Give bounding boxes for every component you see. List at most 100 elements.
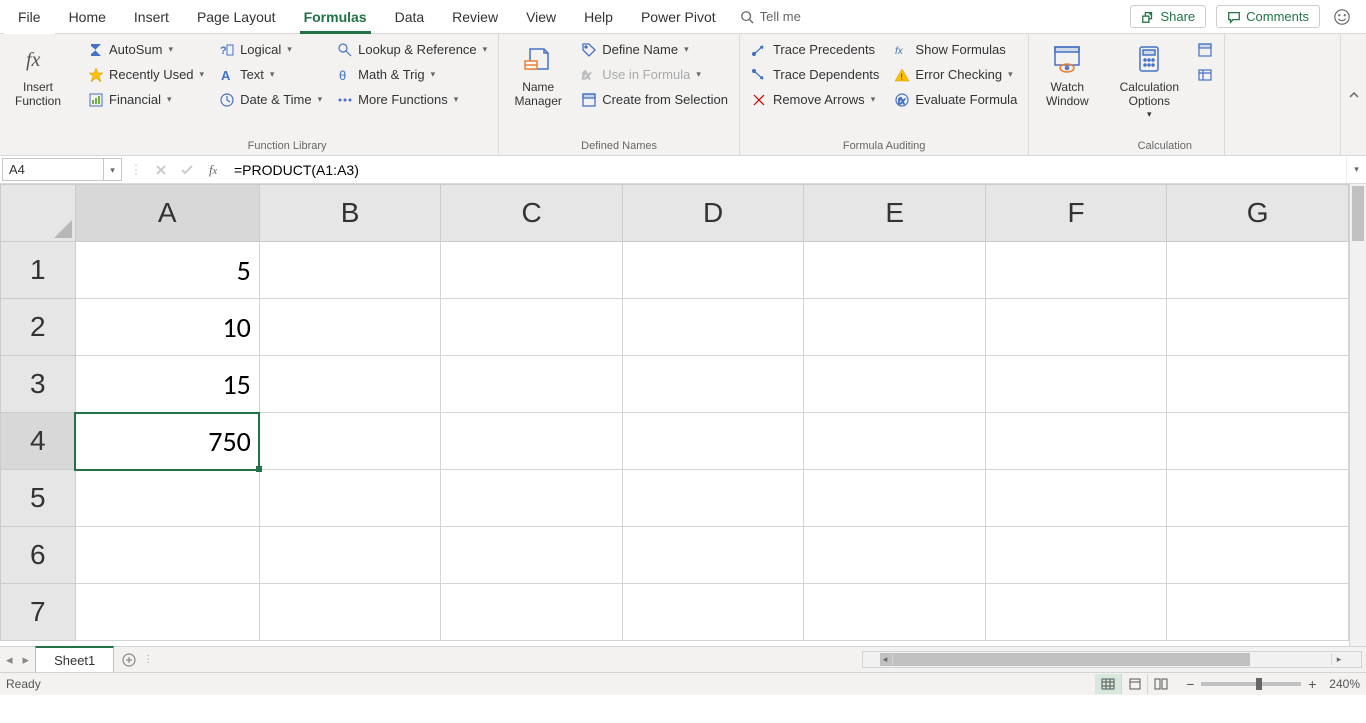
collapse-ribbon-button[interactable] [1340, 34, 1366, 155]
cell-f5[interactable] [985, 470, 1166, 527]
cell-e7[interactable] [804, 584, 985, 641]
name-box[interactable]: A4 ▾ [2, 158, 122, 181]
cell-d6[interactable] [622, 527, 804, 584]
enter-formula-button[interactable] [174, 156, 200, 183]
watch-window-button[interactable]: Watch Window [1035, 36, 1099, 109]
cell-f2[interactable] [985, 299, 1166, 356]
cell-g5[interactable] [1167, 470, 1349, 527]
datetime-button[interactable]: Date & Time▾ [213, 88, 327, 111]
cell-b3[interactable] [259, 356, 440, 413]
cell-a4[interactable]: 750 [75, 413, 259, 470]
row-header-5[interactable]: 5 [1, 470, 76, 527]
tab-file[interactable]: File [4, 0, 55, 34]
financial-button[interactable]: Financial▾ [82, 88, 209, 111]
hscroll-left-icon[interactable]: ◂ [878, 654, 893, 665]
autosum-button[interactable]: AutoSum▾ [82, 38, 209, 61]
view-page-break-button[interactable] [1147, 674, 1173, 694]
zoom-level[interactable]: 240% [1329, 677, 1360, 691]
cell-f4[interactable] [985, 413, 1166, 470]
more-functions-button[interactable]: More Functions▾ [331, 88, 492, 111]
horizontal-scrollbar[interactable]: ◂ ▸ [862, 651, 1362, 668]
tab-view[interactable]: View [512, 0, 570, 34]
cell-g3[interactable] [1167, 356, 1349, 413]
cell-c5[interactable] [441, 470, 623, 527]
cell-d5[interactable] [622, 470, 804, 527]
calc-now-button[interactable] [1191, 38, 1218, 61]
cell-f1[interactable] [985, 242, 1166, 299]
cell-c4[interactable] [441, 413, 623, 470]
cell-d7[interactable] [622, 584, 804, 641]
cell-a6[interactable] [75, 527, 259, 584]
name-box-resize[interactable]: ⋮ [124, 156, 148, 183]
cell-g7[interactable] [1167, 584, 1349, 641]
name-box-dropdown[interactable]: ▾ [103, 159, 121, 181]
col-header-a[interactable]: A [75, 185, 259, 242]
tab-power-pivot[interactable]: Power Pivot [627, 0, 730, 34]
cell-e2[interactable] [804, 299, 985, 356]
cell-f3[interactable] [985, 356, 1166, 413]
cell-d1[interactable] [622, 242, 804, 299]
tab-insert[interactable]: Insert [120, 0, 183, 34]
logical-button[interactable]: ?Logical▾ [213, 38, 327, 61]
trace-precedents-button[interactable]: Trace Precedents [746, 38, 884, 61]
insert-function-button[interactable]: fx Insert Function [6, 36, 70, 109]
cell-a7[interactable] [75, 584, 259, 641]
cell-g2[interactable] [1167, 299, 1349, 356]
sheet-tab-sheet1[interactable]: Sheet1 [35, 646, 114, 672]
vertical-scrollbar-thumb[interactable] [1352, 186, 1364, 241]
cell-e5[interactable] [804, 470, 985, 527]
col-header-g[interactable]: G [1167, 185, 1349, 242]
cell-b2[interactable] [259, 299, 440, 356]
fx-button[interactable]: fx [200, 156, 226, 183]
cell-f6[interactable] [985, 527, 1166, 584]
cell-c2[interactable] [441, 299, 623, 356]
show-formulas-button[interactable]: fxShow Formulas [888, 38, 1022, 61]
cell-c7[interactable] [441, 584, 623, 641]
create-from-selection-button[interactable]: Create from Selection [575, 88, 733, 111]
row-header-3[interactable]: 3 [1, 356, 76, 413]
remove-arrows-button[interactable]: Remove Arrows▾ [746, 88, 884, 111]
zoom-slider-thumb[interactable] [1256, 678, 1262, 690]
mathtrig-button[interactable]: θMath & Trig▾ [331, 63, 492, 86]
col-header-f[interactable]: F [985, 185, 1166, 242]
col-header-e[interactable]: E [804, 185, 985, 242]
cell-b6[interactable] [259, 527, 440, 584]
tab-scroll-splitter[interactable]: ⋮ [144, 647, 152, 672]
tab-page-layout[interactable]: Page Layout [183, 0, 290, 34]
tab-help[interactable]: Help [570, 0, 627, 34]
worksheet-grid[interactable]: A B C D E F G 15 210 315 4750 5 6 7 [0, 184, 1349, 641]
tell-me-search[interactable]: Tell me [730, 9, 811, 24]
tab-formulas[interactable]: Formulas [290, 0, 381, 34]
feedback-button[interactable] [1330, 5, 1354, 29]
calc-sheet-button[interactable] [1191, 63, 1218, 86]
row-header-1[interactable]: 1 [1, 242, 76, 299]
tab-data[interactable]: Data [381, 0, 439, 34]
cell-d2[interactable] [622, 299, 804, 356]
cell-a3[interactable]: 15 [75, 356, 259, 413]
new-sheet-button[interactable] [114, 647, 144, 672]
cell-a1[interactable]: 5 [75, 242, 259, 299]
sheet-nav-next[interactable]: ▸ [23, 652, 30, 668]
hscroll-right-icon[interactable]: ▸ [1331, 654, 1346, 665]
cancel-formula-button[interactable] [148, 156, 174, 183]
col-header-c[interactable]: C [441, 185, 623, 242]
view-page-layout-button[interactable] [1121, 674, 1147, 694]
cell-d4[interactable] [622, 413, 804, 470]
formula-input[interactable] [226, 156, 1346, 183]
cell-b1[interactable] [259, 242, 440, 299]
cell-e6[interactable] [804, 527, 985, 584]
cell-a2[interactable]: 10 [75, 299, 259, 356]
recently-used-button[interactable]: Recently Used▾ [82, 63, 209, 86]
tab-home[interactable]: Home [55, 0, 120, 34]
zoom-in-button[interactable]: + [1305, 676, 1319, 692]
comments-button[interactable]: Comments [1216, 5, 1320, 28]
col-header-d[interactable]: D [622, 185, 804, 242]
sheet-nav-prev[interactable]: ◂ [6, 652, 13, 668]
cell-g1[interactable] [1167, 242, 1349, 299]
text-button[interactable]: AText▾ [213, 63, 327, 86]
cell-d3[interactable] [622, 356, 804, 413]
row-header-7[interactable]: 7 [1, 584, 76, 641]
cell-e4[interactable] [804, 413, 985, 470]
cell-c1[interactable] [441, 242, 623, 299]
lookup-button[interactable]: Lookup & Reference▾ [331, 38, 492, 61]
